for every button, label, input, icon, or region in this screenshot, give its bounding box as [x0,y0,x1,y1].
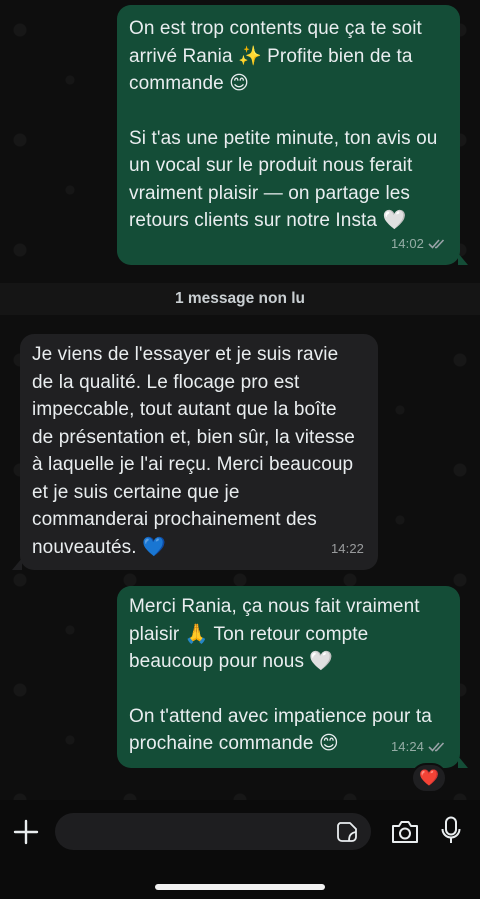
chat-area[interactable]: On est trop contents que ça te soit arri… [0,0,480,800]
microphone-icon[interactable] [440,816,462,846]
message-time: 14:02 [390,235,424,251]
plus-icon [13,819,39,845]
bubble-tail [12,558,22,570]
sticker-icon[interactable] [335,820,359,844]
unread-divider: 1 message non lu [0,283,480,315]
double-check-icon [428,742,445,752]
composer-bar [0,800,480,899]
double-check-icon [428,239,445,249]
message-bubble-outgoing[interactable]: On est trop contents que ça te soit arri… [117,5,468,265]
message-input-container[interactable] [55,813,371,850]
home-indicator [155,884,325,890]
message-time: 14:24 [390,738,424,754]
attach-button[interactable] [10,816,42,848]
bubble-tail [458,756,468,768]
message-text: Si t'as une petite minute, ton avis ou u… [129,127,438,232]
reaction-badge[interactable]: ❤️ [411,763,447,793]
message-text: On est trop contents que ça te soit arri… [129,18,422,94]
message-meta: 14:02 [391,230,446,258]
message-input[interactable] [67,813,317,850]
message-text: Je viens de l'essayer et je suis ravie d… [32,344,355,558]
heart-reaction-icon: ❤️ [419,770,439,787]
bubble-tail [458,253,468,265]
camera-icon[interactable] [390,818,420,846]
message-meta: 14:22 [331,535,364,563]
message-bubble-incoming[interactable]: Je viens de l'essayer et je suis ravie d… [12,334,378,570]
message-bubble-outgoing[interactable]: Merci Rania, ça nous fait vraiment plais… [117,586,468,768]
message-text: Merci Rania, ça nous fait vraiment plais… [129,596,420,672]
unread-divider-label: 1 message non lu [174,290,306,307]
message-time: 14:22 [330,540,364,556]
message-meta: 14:24 [391,733,446,761]
